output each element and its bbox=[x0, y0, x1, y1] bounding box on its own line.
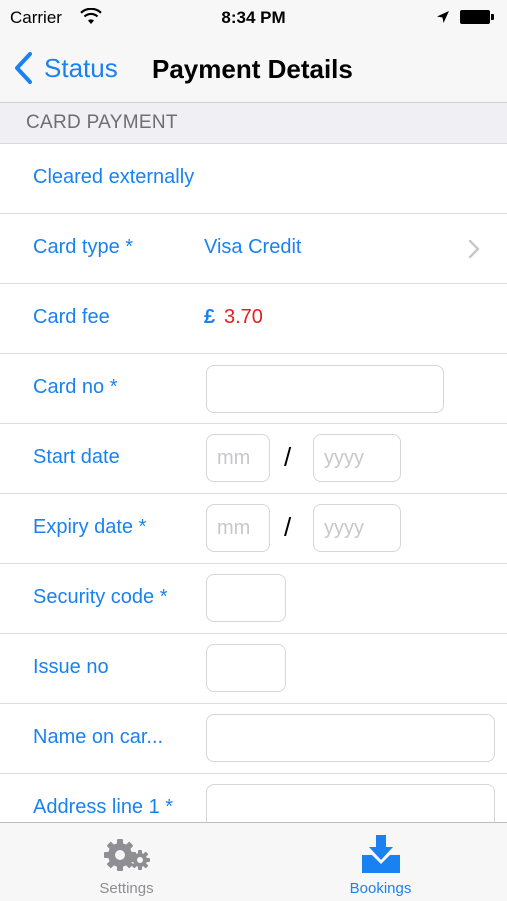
expiry-month-input[interactable] bbox=[206, 504, 270, 552]
expiry-year-input[interactable] bbox=[313, 504, 401, 552]
start-date-row: Start date / bbox=[0, 424, 507, 494]
issue-no-row: Issue no bbox=[0, 634, 507, 704]
gear-icon bbox=[103, 839, 150, 871]
cleared-externally-label: Cleared externally bbox=[33, 166, 195, 188]
card-fee-row: Card fee £ 3.70 bbox=[0, 284, 507, 354]
cleared-externally-row[interactable]: Cleared externally bbox=[0, 144, 507, 214]
name-on-card-row: Name on car... bbox=[0, 704, 507, 774]
back-button-label: Status bbox=[44, 52, 118, 83]
section-header: CARD PAYMENT bbox=[0, 103, 507, 144]
card-type-label: Card type * bbox=[33, 236, 134, 258]
expiry-date-row: Expiry date * / bbox=[0, 494, 507, 564]
date-separator: / bbox=[284, 442, 292, 472]
tab-settings[interactable]: Settings bbox=[0, 823, 253, 901]
name-on-card-input[interactable] bbox=[206, 714, 495, 762]
start-year-input[interactable] bbox=[313, 434, 401, 482]
download-tray-icon bbox=[361, 835, 400, 873]
chevron-right-icon bbox=[468, 239, 480, 259]
date-separator: / bbox=[284, 512, 292, 542]
security-code-row: Security code * bbox=[0, 564, 507, 634]
navigation-bar: Status Payment Details bbox=[0, 36, 507, 103]
form-list: Cleared externally Card type * Visa Cred… bbox=[0, 144, 507, 844]
section-header-label: CARD PAYMENT bbox=[26, 112, 178, 133]
security-code-input[interactable] bbox=[206, 574, 286, 622]
tab-bar: Settings Bookings bbox=[0, 822, 507, 901]
tab-bookings[interactable]: Bookings bbox=[254, 823, 507, 901]
issue-number-input[interactable] bbox=[206, 644, 286, 692]
start-date-label: Start date bbox=[33, 446, 120, 468]
battery-icon bbox=[460, 10, 494, 24]
status-bar: Carrier 8:34 PM bbox=[0, 0, 507, 36]
card-fee-label: Card fee bbox=[33, 306, 110, 328]
name-on-card-label: Name on car... bbox=[33, 726, 164, 748]
location-arrow-icon bbox=[436, 10, 450, 29]
card-type-row[interactable]: Card type * Visa Credit bbox=[0, 214, 507, 284]
issue-no-label: Issue no bbox=[33, 656, 109, 678]
start-month-input[interactable] bbox=[206, 434, 270, 482]
address-line1-label: Address line 1 * bbox=[33, 796, 174, 818]
clock-time: 8:34 PM bbox=[221, 8, 286, 27]
expiry-date-label: Expiry date * bbox=[33, 516, 147, 538]
tab-bookings-label: Bookings bbox=[349, 880, 412, 897]
tab-settings-label: Settings bbox=[99, 880, 154, 897]
back-button[interactable]: Status bbox=[12, 50, 118, 86]
card-fee-amount: 3.70 bbox=[224, 306, 263, 328]
card-type-value: Visa Credit bbox=[204, 236, 302, 258]
page-title: Payment Details bbox=[152, 54, 353, 84]
card-no-row: Card no * bbox=[0, 354, 507, 424]
card-number-input[interactable] bbox=[206, 365, 444, 413]
security-code-label: Security code * bbox=[33, 586, 168, 608]
card-fee-currency: £ bbox=[204, 306, 216, 328]
chevron-left-icon bbox=[15, 52, 32, 84]
card-no-label: Card no * bbox=[33, 376, 118, 398]
